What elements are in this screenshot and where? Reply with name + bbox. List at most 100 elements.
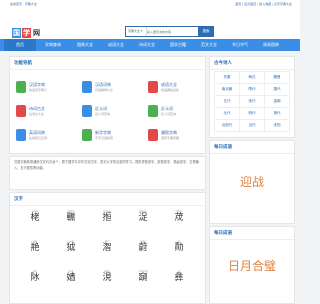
nav-item-poetry[interactable]: 诗词大全 <box>132 39 162 51</box>
idiom-panel-1: 每日成语 迎战 <box>209 140 295 224</box>
hanzi-char: 艵 <box>30 243 40 253</box>
hanzi-item[interactable]: wèi 蔚 <box>130 239 156 256</box>
era-link[interactable]: 当代 <box>239 119 265 132</box>
function-item[interactable]: 新华字典 字字汉语拼音 <box>82 129 134 143</box>
dict-icon <box>16 81 26 93</box>
function-desc: 古诗文大全 <box>29 112 45 116</box>
hanzi-item[interactable]: shù 荗 <box>166 209 192 226</box>
hanzi-char: 浞 <box>138 213 148 223</box>
function-desc: 快速查字释义 <box>29 88 48 92</box>
hanzi-item[interactable]: zhì 潪 <box>94 239 120 256</box>
hanzi-item[interactable]: zhuó 浞 <box>130 209 156 226</box>
function-item[interactable]: 汉语词典 词语解释大全 <box>82 81 134 95</box>
hanzi-char: 嫱 <box>66 273 76 283</box>
intro-text: 汉语字典收录通用汉字约万余个，属于国学与中华文化汉字，查字从字形出发的学习，提供… <box>14 160 199 170</box>
hanzi-char: 辴 <box>66 213 76 223</box>
function-desc: 词语解释大全 <box>95 88 114 92</box>
nav-item-guodian[interactable]: 国典大全 <box>70 39 100 51</box>
function-item[interactable]: 康熙字典 康熙字典原图 <box>148 129 200 143</box>
idiom-panel-2: 每日成语 日月合璧 <box>209 226 295 304</box>
nav-item-classics[interactable]: 国学古籍 <box>163 39 193 51</box>
idiom-icon <box>148 81 158 93</box>
era-link[interactable]: 明代 <box>239 107 265 120</box>
nav-item-zhouyi[interactable]: 周易国典 <box>256 39 286 51</box>
function-desc: 成语典故出处 <box>161 88 180 92</box>
logo-char: 学 <box>22 28 31 38</box>
hanzi-char: 彝 <box>174 273 184 283</box>
era-link[interactable]: 宋代 <box>239 95 265 108</box>
function-item[interactable]: 反义词 反义词查询 <box>148 105 200 119</box>
search-button[interactable]: 搜索 <box>198 26 214 37</box>
hanzi-item[interactable]: jī 勣 <box>166 239 192 256</box>
main-nav: 首页 学典查询 国典大全 成语大全 诗词大全 国学古籍 范文大全 节日节气 周易… <box>0 39 300 51</box>
hanzi-char: 涀 <box>102 273 112 283</box>
idiom-panel-title: 每日成语 <box>210 227 294 240</box>
poets-panel: 古今诗人 先秦 两汉 魏晋 南北朝 隋代 唐代 五代 宋代 金朝 元代 明代 清代 近现代 当代未… <box>209 56 295 138</box>
hanzi-item[interactable]: kǎo 栳 <box>22 209 48 226</box>
hanzi-item[interactable]: chēng 竀 <box>130 269 156 286</box>
logo-char: 网 <box>33 29 40 37</box>
hanzi-item[interactable]: chì 艵 <box>22 239 48 256</box>
era-link[interactable]: 隋代 <box>239 83 265 96</box>
hanzi-char: 竀 <box>138 273 148 283</box>
function-panel-title: 功能导航 <box>10 57 205 70</box>
era-link[interactable]: 先秦 <box>214 71 240 84</box>
antonym-icon <box>148 105 158 117</box>
hanzi-item[interactable]: yuè 狘 <box>58 239 84 256</box>
function-item[interactable]: 近义词 近义词查询 <box>82 105 134 119</box>
hanzi-panel: 汉字 kǎo 栳 chān 辴 yǒng 搄 zhuó 浞 shù 荗 chì 艵 yuè 狘… <box>9 192 206 304</box>
hanzi-item[interactable]: yǒng 搄 <box>94 209 120 226</box>
poets-panel-title: 古今诗人 <box>210 57 294 70</box>
nav-item-festivals[interactable]: 节日节气 <box>225 39 255 51</box>
search-input[interactable] <box>147 27 197 36</box>
nav-item-idiom[interactable]: 成语大全 <box>101 39 131 51</box>
poem-icon <box>16 105 26 117</box>
hanzi-item[interactable]: yīn 阥 <box>22 269 48 286</box>
function-item[interactable]: 成语大全 成语典故出处 <box>148 81 200 95</box>
function-item[interactable]: 英语词典 在线英汉互译 <box>16 129 68 143</box>
era-link[interactable]: 两汉 <box>239 71 265 84</box>
nav-item-dict[interactable]: 学典查询 <box>37 39 69 51</box>
era-link[interactable]: 近现代 <box>214 119 240 132</box>
era-link[interactable]: 唐代 <box>264 83 290 96</box>
intro-panel: 汉语字典收录通用汉字约万余个，属于国学与中华文化汉字，查字从字形出发的学习，提供… <box>9 156 206 190</box>
idiom-panel-title: 每日成语 <box>210 141 294 154</box>
hanzi-char: 蔚 <box>138 243 148 253</box>
function-item[interactable]: 诗词古文 古诗文大全 <box>16 105 68 119</box>
function-panel: 功能导航 汉语字典 快速查字释义 汉语词典 词语解释大全 成语大全 成语典故出处 诗词… <box>9 56 206 154</box>
function-desc: 近义词查询 <box>95 112 111 116</box>
hanzi-item[interactable]: yí 彝 <box>166 269 192 286</box>
synonym-icon <box>82 105 92 117</box>
logo-char: 国 <box>12 28 21 38</box>
hanzi-char: 勣 <box>174 243 184 253</box>
function-item[interactable]: 汉语字典 快速查字释义 <box>16 81 68 95</box>
search-box: 字典大全 ▾ <box>125 26 199 37</box>
hanzi-item[interactable]: xiǎn 涀 <box>94 269 120 286</box>
search-type-select[interactable]: 字典大全 ▾ <box>126 27 147 36</box>
era-link[interactable]: 五代 <box>214 95 240 108</box>
function-desc: 在线英汉互译 <box>29 136 48 140</box>
era-link[interactable]: 南北朝 <box>214 83 240 96</box>
hanzi-item[interactable]: chān 辴 <box>58 209 84 226</box>
nav-item-home[interactable]: 首页 <box>4 39 36 51</box>
era-link[interactable]: 金朝 <box>264 95 290 108</box>
kangxi-icon <box>148 129 158 141</box>
hanzi-char: 栳 <box>30 213 40 223</box>
hanzi-char: 狘 <box>66 243 76 253</box>
top-right-links[interactable]: 首页 | 设为首页 | 加入收藏 | 汉字字典大全 <box>235 2 292 6</box>
era-link[interactable]: 元代 <box>214 107 240 120</box>
daily-idiom[interactable]: 日月合璧 <box>211 257 293 274</box>
hanzi-char: 潪 <box>102 243 112 253</box>
english-icon <box>16 129 26 141</box>
function-desc: 康熙字典原图 <box>161 136 180 140</box>
era-link[interactable]: 未知 <box>264 119 290 132</box>
top-left-links[interactable]: 在线查字 · 字典大全 <box>10 2 37 6</box>
site-logo[interactable]: 国学网 <box>12 20 46 38</box>
hanzi-char: 荗 <box>174 213 184 223</box>
daily-idiom[interactable]: 迎战 <box>211 173 293 190</box>
nav-item-essays[interactable]: 范文大全 <box>194 39 224 51</box>
era-link[interactable]: 清代 <box>264 107 290 120</box>
hanzi-item[interactable]: huì 嫱 <box>58 269 84 286</box>
header: 国学网 字典大全 ▾ 搜索 <box>0 8 300 39</box>
era-link[interactable]: 魏晋 <box>264 71 290 84</box>
